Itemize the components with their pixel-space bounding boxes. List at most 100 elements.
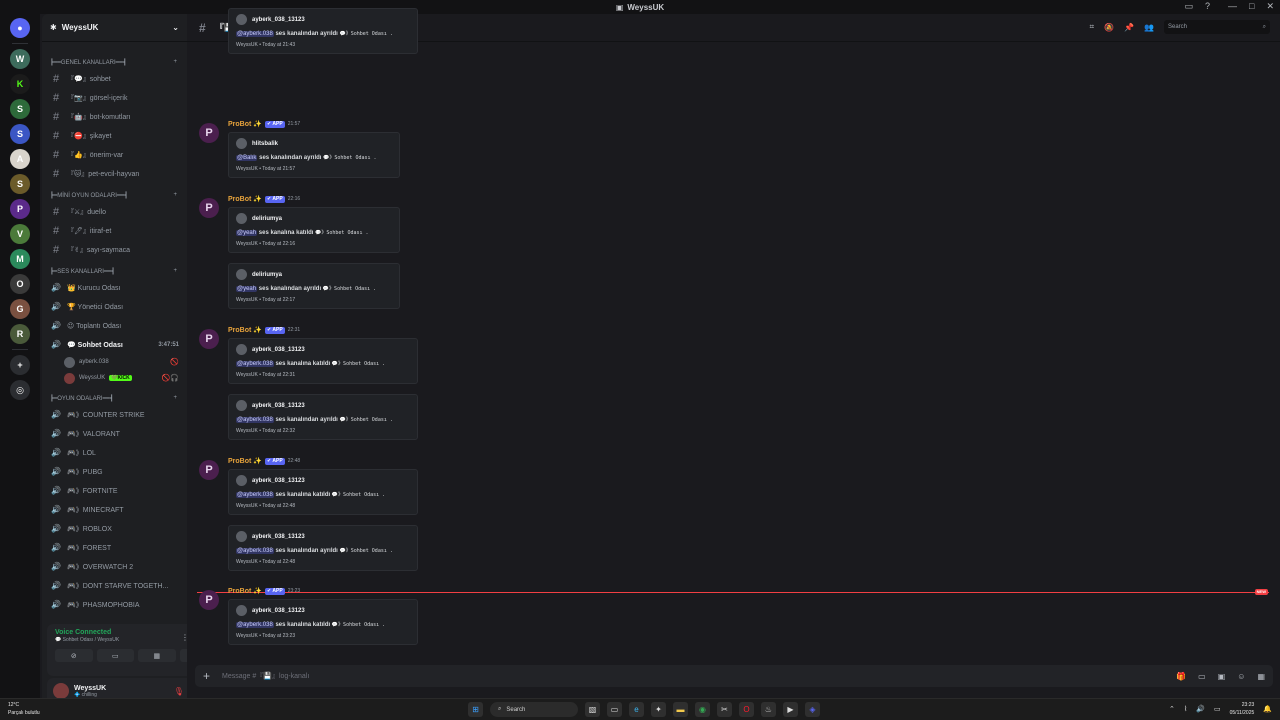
category-genel[interactable]: ┣━━GENEL KANALLARI━━┫ + [42, 55, 187, 69]
text-channel[interactable]: # 『⚔』duello [42, 202, 187, 221]
text-channel[interactable]: # 『🖊』itiraf-et [42, 221, 187, 240]
inbox-icon[interactable]: ▭ [1184, 1, 1193, 12]
add-channel-icon[interactable]: + [173, 59, 177, 65]
bot-name[interactable]: ProBot ✨ [228, 326, 262, 334]
voice-channel[interactable]: 🔊 🎮》COUNTER STRIKE [42, 405, 187, 424]
kick-icon[interactable]: K [10, 74, 30, 94]
add-channel-icon[interactable]: + [173, 192, 177, 198]
voice-channel[interactable]: 🔊 🎮》VALORANT [42, 424, 187, 443]
voice-channel[interactable]: 🔊 🎮》OVERWATCH 2 [42, 557, 187, 576]
server-icon[interactable]: P [10, 199, 30, 219]
clock[interactable]: 23:23 05/11/2025 [1230, 701, 1255, 717]
capcut-icon[interactable]: ✂ [717, 702, 732, 717]
taskbar-search[interactable]: ⌕ Search [490, 702, 578, 717]
voice-channel[interactable]: 🔊 😉 Toplantı Odası [42, 316, 187, 335]
server-icon[interactable]: A [10, 149, 30, 169]
voice-user[interactable]: ayberk.038 🚫 [42, 354, 187, 370]
gif-icon[interactable]: ▭ [1198, 672, 1206, 681]
bot-name[interactable]: ProBot ✨ [228, 587, 262, 595]
server-icon[interactable]: O [10, 274, 30, 294]
voice-channel[interactable]: 🔊 🎮》LOL [42, 443, 187, 462]
voice-channel[interactable]: 🔊 🎮》PUBG [42, 462, 187, 481]
avatar[interactable] [53, 683, 69, 699]
text-channel[interactable]: # 『👍』önerim-var [42, 145, 187, 164]
minimize-button[interactable]: — [1228, 1, 1237, 12]
guild-header[interactable]: ✱ WeyssUK ⌄ [42, 14, 187, 42]
server-icon[interactable]: G [10, 299, 30, 319]
help-icon[interactable]: ? [1205, 1, 1210, 12]
user-mention[interactable]: @yeah [236, 230, 258, 236]
server-icon[interactable]: R [10, 324, 30, 344]
screen-share-button[interactable]: ▭ [96, 649, 134, 662]
windows-start-icon[interactable]: ⊞ [468, 702, 483, 717]
user-mention[interactable]: @ayberk.038 [236, 417, 274, 423]
user-mention[interactable]: @ayberk.038 [236, 31, 274, 37]
user-mention[interactable]: @ayberk.038 [236, 622, 274, 628]
text-channel[interactable]: # 『🤖』bot-komutları [42, 107, 187, 126]
add-attachment-icon[interactable]: + [203, 669, 210, 683]
chevron-up-icon[interactable]: ⌃ [1169, 705, 1175, 713]
voice-channel[interactable]: 🔊 🎮》PHASMOPHOBIA [42, 595, 187, 614]
apps-icon[interactable]: ▦ [1257, 672, 1265, 681]
probot-avatar[interactable]: P [199, 590, 219, 610]
sticker-icon[interactable]: ▣ [1218, 672, 1226, 681]
user-mention[interactable]: @yeah [236, 286, 258, 292]
voice-channel[interactable]: 🔊 🎮》FOREST [42, 538, 187, 557]
server-icon[interactable]: S [10, 124, 30, 144]
message-composer[interactable]: + Message #『💾』log-kanalı 🎁 ▭ ▣ ☺ ▦ [195, 665, 1273, 687]
probot-avatar[interactable]: P [199, 329, 219, 349]
text-channel[interactable]: # 『⛔』şikayet [42, 126, 187, 145]
category-ses[interactable]: ┣━SES KANALLARI━━┫ + [42, 264, 187, 278]
user-mention[interactable]: @Balık [236, 155, 258, 161]
voice-channel-active[interactable]: 🔊 💬 Sohbet Odası 3:47:51 [42, 335, 187, 354]
voice-channel[interactable]: 🔊 🎮》DONT STARVE TOGETH... [42, 576, 187, 595]
bot-name[interactable]: ProBot ✨ [228, 457, 262, 465]
chevron-down-icon[interactable]: ⌄ [172, 23, 179, 32]
bot-name[interactable]: ProBot ✨ [228, 120, 262, 128]
user-mention[interactable]: @ayberk.038 [236, 548, 274, 554]
steam-icon[interactable]: ♨ [761, 702, 776, 717]
text-channel[interactable]: # 『📷』görsel-içerik [42, 88, 187, 107]
bot-name[interactable]: ProBot ✨ [228, 195, 262, 203]
copilot-icon[interactable]: ✦ [651, 702, 666, 717]
text-channel[interactable]: # 『✌』sayı-saymaca [42, 240, 187, 259]
volume-icon[interactable]: 🔊 [1196, 705, 1205, 713]
chrome-icon[interactable]: ◉ [695, 702, 710, 717]
file-explorer-icon[interactable]: ▬ [673, 702, 688, 717]
voice-channel[interactable]: 🔊 🏆 Yönetici Odası [42, 297, 187, 316]
member-list-icon[interactable]: 👥 [1144, 23, 1154, 32]
task-view-icon[interactable]: ▭ [607, 702, 622, 717]
notification-mute-icon[interactable]: 🔕 [1104, 23, 1114, 32]
category-mini[interactable]: ┣━MİNİ OYUN ODALARI━━┫ + [42, 188, 187, 202]
probot-avatar[interactable]: P [199, 460, 219, 480]
pin-icon[interactable]: 📌 [1124, 23, 1134, 32]
server-icon[interactable]: M [10, 249, 30, 269]
category-oyun[interactable]: ┣━OYUN ODALARI━━┫ + [42, 391, 187, 405]
media-player-icon[interactable]: ▶ [783, 702, 798, 717]
mic-muted-icon[interactable]: 🎙 [174, 687, 184, 696]
user-mention[interactable]: @ayberk.038 [236, 492, 274, 498]
network-icon[interactable]: ⌇ [1184, 705, 1187, 713]
weather-widget[interactable]: 12°C Parçalı bulutlu [8, 701, 40, 717]
gift-icon[interactable]: 🎁 [1176, 672, 1186, 681]
server-icon[interactable]: S [10, 99, 30, 119]
search-input[interactable]: Search ⌕ [1164, 20, 1270, 34]
user-mention[interactable]: @ayberk.038 [236, 361, 274, 367]
voice-channel[interactable]: 🔊 🎮》FORTNITE [42, 481, 187, 500]
opera-icon[interactable]: O [739, 702, 754, 717]
probot-avatar[interactable]: P [199, 123, 219, 143]
discord-icon[interactable]: ◈ [805, 702, 820, 717]
message-input[interactable]: Message #『💾』log-kanalı [222, 671, 309, 681]
text-channel[interactable]: # 『🐱』pet-evcil-hayvan [42, 164, 187, 183]
close-button[interactable]: ✕ [1266, 1, 1274, 12]
server-icon[interactable]: S [10, 174, 30, 194]
activities-button[interactable]: ▦ [138, 649, 176, 662]
threads-icon[interactable]: ⌗ [1090, 22, 1095, 32]
add-channel-icon[interactable]: + [173, 268, 177, 274]
discover-icon[interactable]: ◎ [10, 380, 30, 400]
add-server-icon[interactable]: + [10, 355, 30, 375]
battery-icon[interactable]: ▭ [1214, 705, 1221, 713]
voice-channel[interactable]: 🔊 🎮》ROBLOX [42, 519, 187, 538]
emoji-icon[interactable]: ☺ [1237, 672, 1245, 681]
edge-icon[interactable]: e [629, 702, 644, 717]
